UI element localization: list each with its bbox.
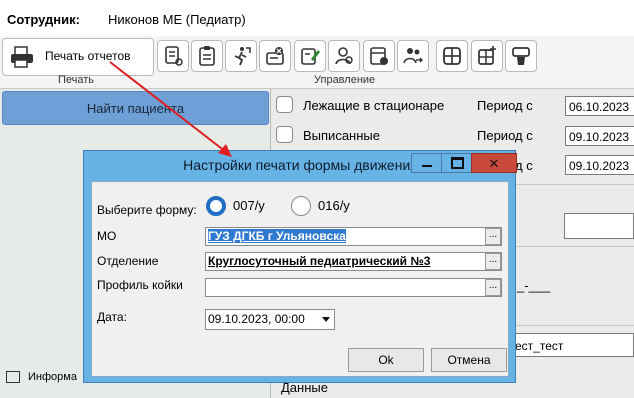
bed-profile-ellipsis-button[interactable]: ... <box>485 279 501 296</box>
mo-label: МО <box>97 229 117 243</box>
employee-name: Никонов МЕ (Педиатр) <box>108 12 246 27</box>
clear-bed-button[interactable] <box>259 40 291 72</box>
user-search-icon <box>335 47 353 65</box>
department-label: Отделение <box>97 254 159 268</box>
form-007-radio[interactable] <box>206 196 226 216</box>
mo-value: ГУЗ ДГКБ г Ульяновска <box>208 229 346 243</box>
edit-doc-icon <box>301 48 320 65</box>
placeholder-dashes: _-___ <box>517 278 551 293</box>
register-icon <box>370 47 388 65</box>
date-picker[interactable]: 09.10.2023, 00:00 <box>205 309 335 330</box>
department-ellipsis-button[interactable]: ... <box>485 253 501 270</box>
period-label-2: Период с <box>477 128 533 143</box>
period-date-3[interactable]: 09.10.2023 <box>565 155 634 175</box>
bed-profile-field[interactable] <box>205 278 502 297</box>
close-icon: ✕ <box>488 155 500 171</box>
inpatient-label: Лежащие в стационаре <box>303 98 445 113</box>
divider <box>516 325 634 326</box>
report-icon <box>165 46 183 66</box>
register-button[interactable] <box>363 40 395 72</box>
minimize-button[interactable] <box>411 153 443 173</box>
edit-document-button[interactable] <box>294 40 326 72</box>
chevron-down-icon <box>322 317 330 322</box>
inpatient-checkbox[interactable] <box>276 96 293 113</box>
toolbar: Печать отчетов Печать Управление <box>0 36 634 89</box>
clipboard-button[interactable] <box>191 40 223 72</box>
print-settings-dialog: Настройки печати формы движения ✕ Выбери… <box>83 150 517 383</box>
info-icon <box>6 371 20 384</box>
mo-ellipsis-button[interactable]: ... <box>485 228 501 245</box>
discharged-checkbox[interactable] <box>276 126 293 143</box>
form-016-label[interactable]: 016/у <box>318 198 350 213</box>
divider <box>516 184 634 185</box>
minimize-icon <box>422 165 432 167</box>
employee-label: Сотрудник: <box>7 12 80 27</box>
period-date-2[interactable]: 09.10.2023 <box>565 126 634 146</box>
right-input-box[interactable] <box>564 213 634 239</box>
info-label: Информа <box>28 371 77 383</box>
group-manage-label: Управление <box>314 74 376 86</box>
clipboard-icon <box>199 46 215 66</box>
mo-field[interactable]: ГУЗ ДГКБ г Ульяновска <box>205 227 502 246</box>
maximize-icon <box>450 157 464 169</box>
discharge-icon <box>234 47 251 66</box>
transfer-patient-icon <box>403 48 423 64</box>
clear-bed-icon <box>266 47 284 65</box>
date-label: Дата: <box>97 310 127 324</box>
form-016-radio[interactable] <box>291 196 311 216</box>
find-patient-button[interactable]: Найти пациента <box>2 91 269 125</box>
report-button[interactable] <box>157 40 189 72</box>
delete-grid-button[interactable] <box>505 40 537 72</box>
form-007-label[interactable]: 007/у <box>233 198 265 213</box>
date-dropdown-button[interactable] <box>318 310 334 329</box>
divider <box>516 246 634 247</box>
bed-profile-label: Профиль койки <box>97 278 183 292</box>
user-search-button[interactable] <box>328 40 360 72</box>
grid-icon <box>443 47 461 65</box>
ok-button[interactable]: Ok <box>348 348 424 372</box>
add-grid-icon <box>478 46 496 65</box>
add-grid-button[interactable] <box>471 40 503 72</box>
close-button[interactable]: ✕ <box>471 153 517 173</box>
department-value: Круглосуточный педиатрический №3 <box>208 254 431 268</box>
period-date-1[interactable]: 06.10.2023 <box>565 96 634 116</box>
discharge-button[interactable] <box>225 40 257 72</box>
employee-header: Сотрудник: Никонов МЕ (Педиатр) <box>0 0 634 40</box>
test-text-field[interactable]: ест_тест <box>511 333 634 357</box>
printer-icon <box>11 46 33 68</box>
cancel-button[interactable]: Отмена <box>431 348 507 372</box>
choose-form-label: Выберите форму: <box>97 203 197 217</box>
dialog-body: Выберите форму: 007/у 016/у МО ГУЗ ДГКБ … <box>91 181 509 377</box>
period-label-1: Период с <box>477 98 533 113</box>
group-print-label: Печать <box>58 74 95 86</box>
grid-button[interactable] <box>436 40 468 72</box>
print-reports-button[interactable]: Печать отчетов <box>2 38 154 76</box>
date-value: 09.10.2023, 00:00 <box>208 312 305 326</box>
maximize-button[interactable] <box>441 153 473 173</box>
department-field[interactable]: Круглосуточный педиатрический №3 <box>205 252 502 271</box>
delete-grid-icon <box>512 47 530 65</box>
transfer-patient-button[interactable] <box>397 40 429 72</box>
print-reports-label: Печать отчетов <box>45 49 131 63</box>
discharged-label: Выписанные <box>303 128 380 143</box>
info-row[interactable]: Информа <box>6 371 77 384</box>
